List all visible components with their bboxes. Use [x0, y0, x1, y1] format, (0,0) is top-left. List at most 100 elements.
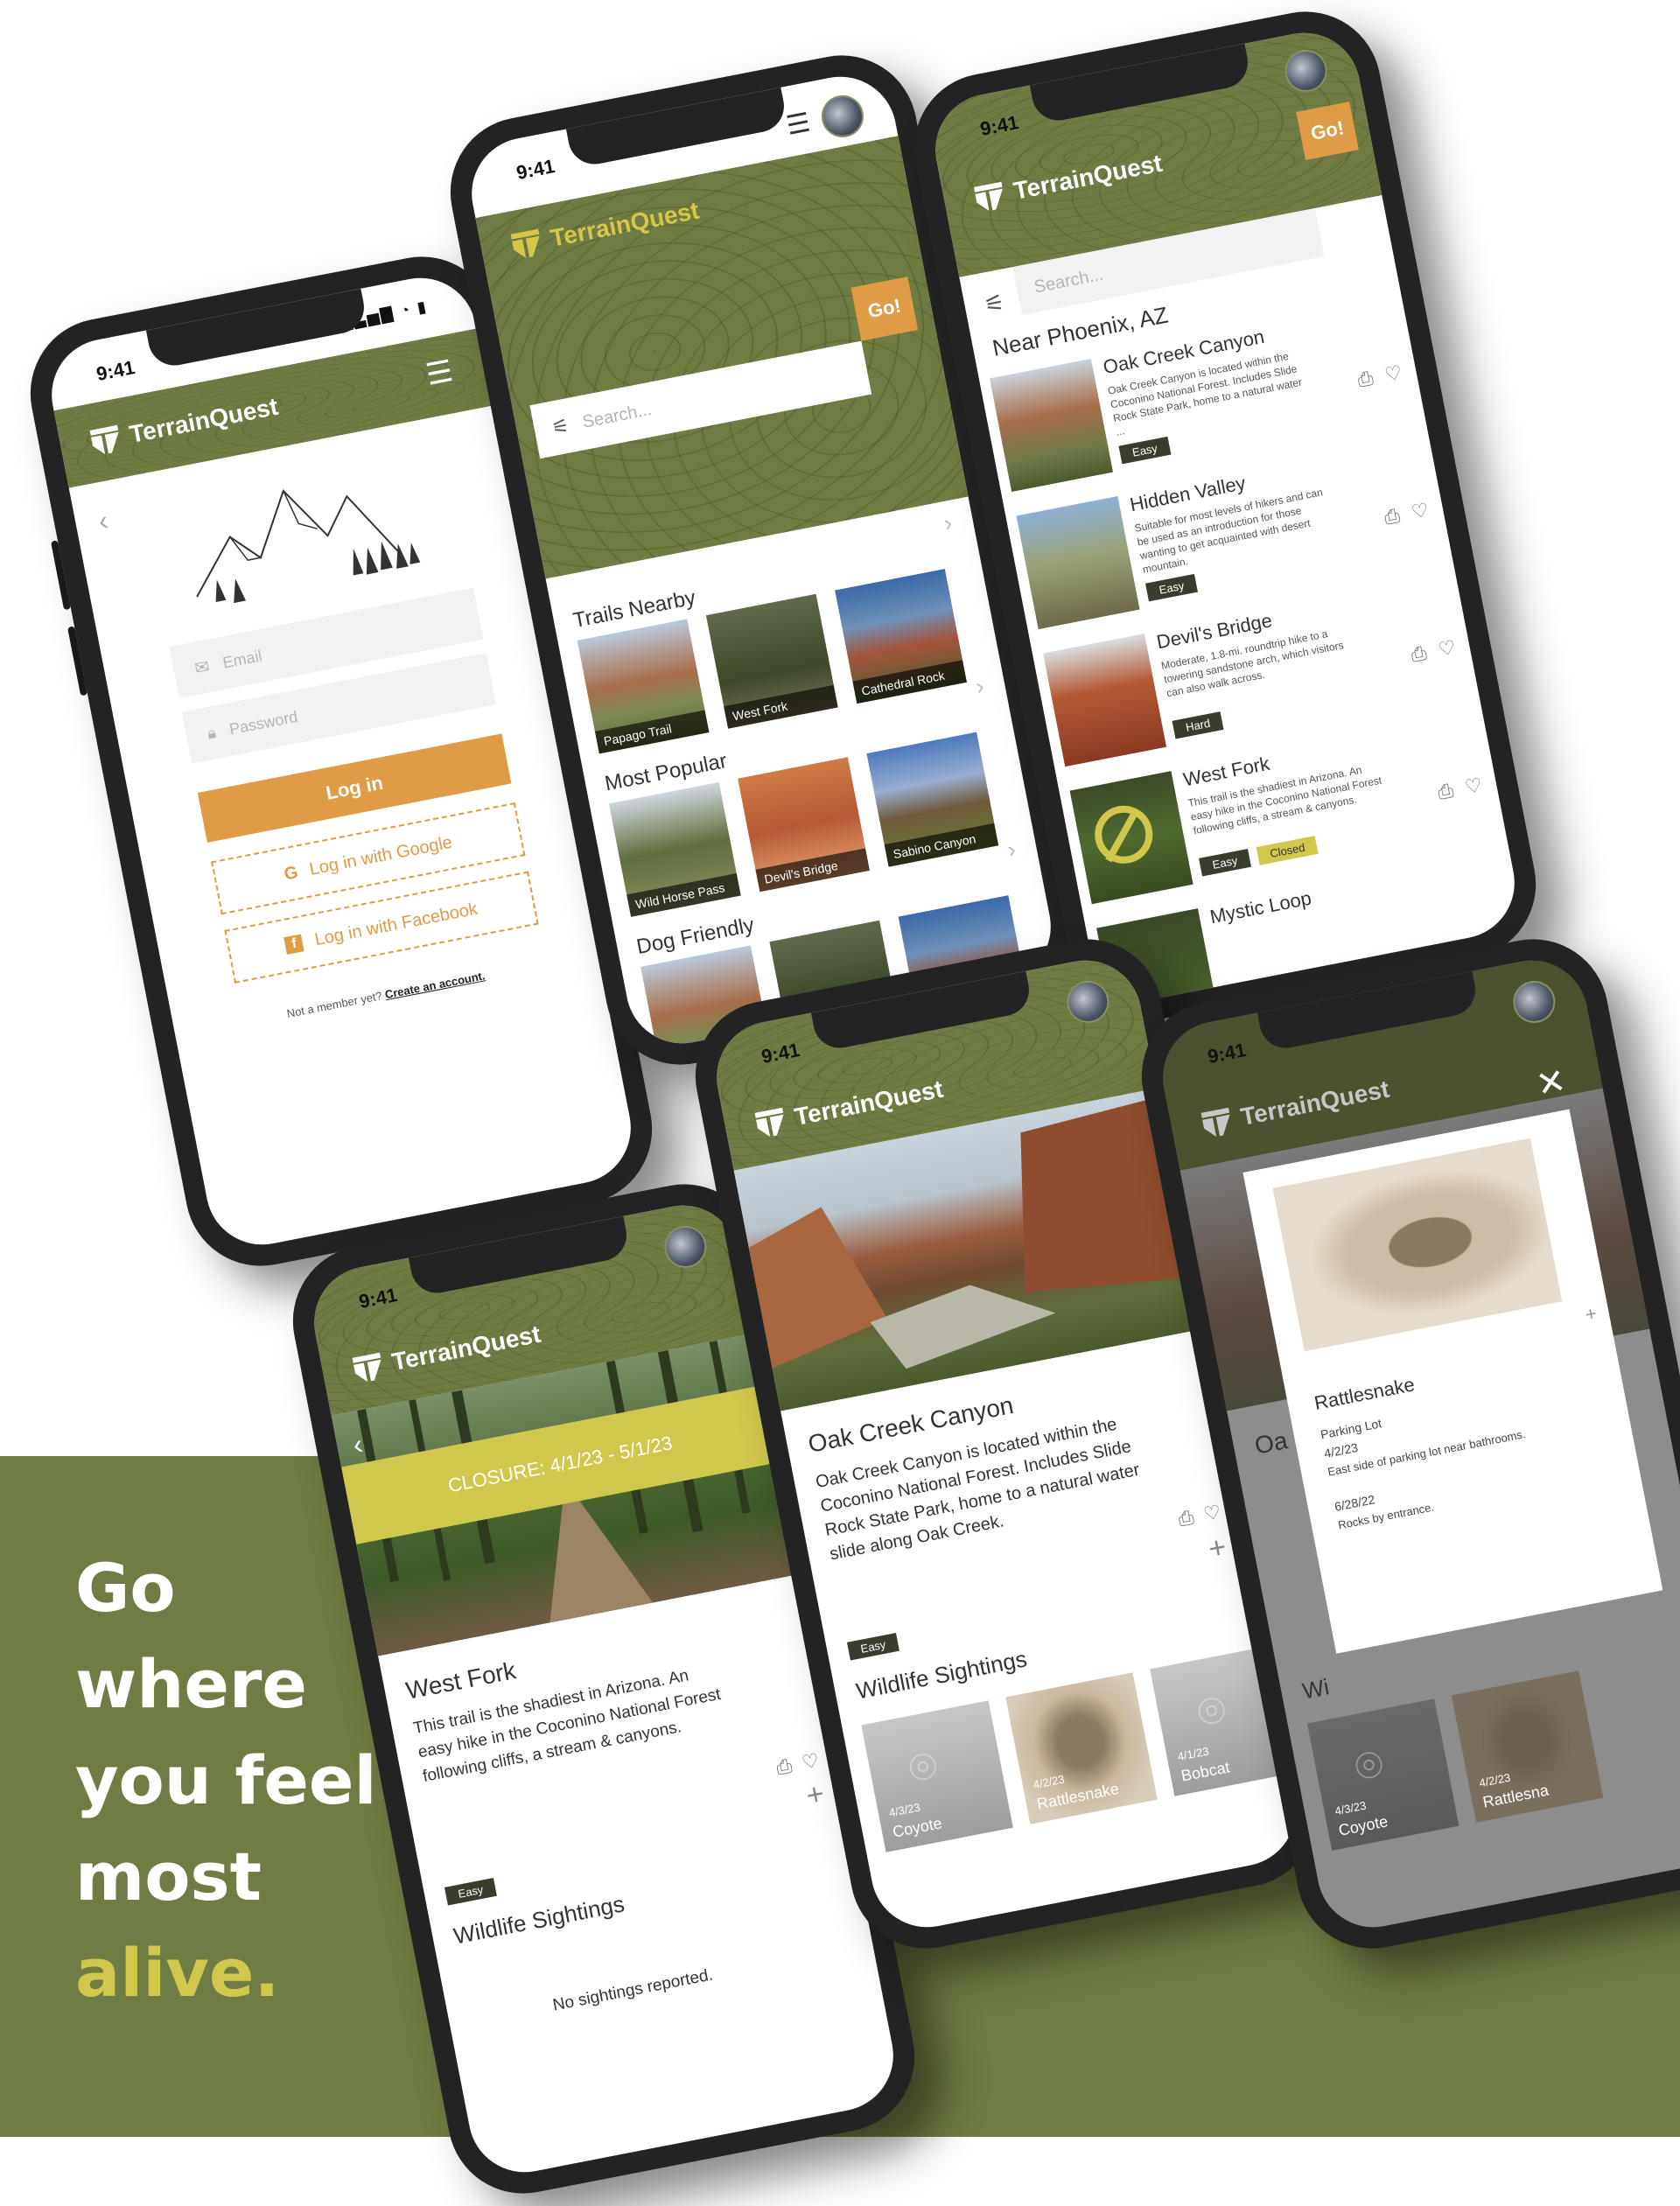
search-input[interactable]: ⚟ Search...: [529, 340, 872, 459]
email-placeholder: Email: [220, 646, 263, 672]
trail-tile[interactable]: Papago Trail: [577, 619, 710, 754]
add-icon[interactable]: +: [803, 1777, 827, 1814]
heart-icon[interactable]: ♡: [1437, 636, 1458, 662]
back-chevron-icon[interactable]: ‹: [95, 504, 111, 537]
sighting-animal: Coyote: [891, 1814, 944, 1841]
trail-thumbnail: [1043, 634, 1167, 767]
trail-actions: ⎙ ♡: [1382, 499, 1431, 529]
heart-icon[interactable]: ♡: [800, 1749, 821, 1775]
create-account-link[interactable]: Create an account.: [384, 969, 486, 1001]
logo-icon: [754, 1107, 784, 1138]
trail-thumbnail: [989, 358, 1114, 493]
status-time: 9:41: [514, 155, 557, 184]
chevron-right-icon[interactable]: ›: [974, 672, 986, 700]
search-placeholder: Search...: [580, 399, 654, 432]
behind-title: Oa: [1252, 1426, 1290, 1460]
filter-icon[interactable]: ⚟: [550, 414, 570, 439]
trail-tile[interactable]: Wild Horse Pass: [608, 781, 741, 917]
brand-name: TerrainQuest: [548, 196, 702, 252]
go-button[interactable]: Go!: [1296, 102, 1359, 160]
difficulty-badge: Easy: [444, 1878, 497, 1906]
status-time: 9:41: [978, 111, 1021, 140]
difficulty-badge: Easy: [1199, 849, 1251, 877]
trail-title: Mystic Loop: [1208, 886, 1313, 928]
chevron-right-icon[interactable]: ›: [942, 509, 954, 537]
logo-icon: [973, 181, 1003, 212]
trail-thumbnail: [1016, 495, 1140, 630]
facebook-icon: f: [284, 934, 305, 955]
trail-tile-label: Sabino Canyon: [884, 823, 999, 867]
behind-wildlife-cards: ⌾ 4/3/23 Coyote 4/2/23 Rattlesna: [1288, 1645, 1680, 1865]
sighting-date: 4/3/23: [1334, 1798, 1368, 1818]
google-login-label: Log in with Google: [307, 832, 454, 879]
trail-tile-label: Cathedral Rock: [852, 660, 967, 704]
add-icon[interactable]: +: [1583, 1302, 1599, 1327]
trail-badges: Hard: [1172, 711, 1224, 739]
heart-icon[interactable]: ♡: [1463, 774, 1484, 799]
trail-tile[interactable]: Cathedral Rock: [835, 569, 967, 704]
signup-prompt-text: Not a member yet?: [285, 989, 383, 1021]
heart-icon[interactable]: ♡: [1201, 1501, 1222, 1526]
trail-title: West Fork: [403, 1656, 519, 1705]
logo-icon: [89, 424, 119, 455]
heart-icon[interactable]: ♡: [1410, 499, 1431, 524]
trail-badges: Easy Closed: [1199, 836, 1319, 877]
chevron-right-icon[interactable]: ›: [1005, 836, 1018, 864]
difficulty-label: Easy: [444, 1878, 497, 1906]
wildlife-card[interactable]: ⌾ 4/3/23 Coyote: [1306, 1698, 1460, 1851]
brand-name: TerrainQuest: [389, 1320, 543, 1376]
brand-logo[interactable]: TerrainQuest: [971, 148, 1165, 215]
status-time: 9:41: [1206, 1039, 1249, 1068]
email-icon: ✉: [192, 656, 212, 679]
brand-logo[interactable]: TerrainQuest: [508, 195, 702, 263]
brand-logo[interactable]: TerrainQuest: [1199, 1074, 1392, 1141]
brand-logo[interactable]: TerrainQuest: [752, 1074, 946, 1141]
sighting-animal: Coyote: [1337, 1812, 1390, 1839]
trail-tile[interactable]: Sabino Canyon: [866, 732, 999, 867]
wildlife-card[interactable]: 4/2/23 Rattlesnake: [1005, 1672, 1158, 1824]
sighting-date: 4/2/23: [1032, 1772, 1066, 1792]
brand-name: TerrainQuest: [127, 392, 281, 448]
password-placeholder: Password: [228, 707, 299, 739]
facebook-login-label: Log in with Facebook: [312, 899, 480, 949]
print-icon[interactable]: ⎙: [1409, 641, 1428, 667]
brand-logo[interactable]: TerrainQuest: [88, 391, 281, 459]
camera-icon: ⌾: [1193, 1683, 1231, 1740]
brand-name: TerrainQuest: [792, 1075, 946, 1131]
sighting-date: 4/3/23: [887, 1800, 921, 1820]
search-placeholder: Search...: [1032, 264, 1105, 298]
logo-icon: [510, 228, 540, 258]
menu-icon[interactable]: ☰: [423, 354, 456, 393]
trail-actions: ⎙ ♡: [1355, 361, 1404, 392]
trail-badges: Easy: [1118, 436, 1172, 465]
difficulty-badge: Easy: [846, 1633, 900, 1661]
go-button[interactable]: Go!: [850, 277, 919, 341]
camera-icon: ⌾: [904, 1739, 942, 1796]
brand-name: TerrainQuest: [1011, 149, 1165, 205]
wildlife-card[interactable]: ⌾ 4/3/23 Coyote: [861, 1700, 1013, 1852]
status-time: 9:41: [760, 1039, 802, 1068]
trail-tile-label: Papago Trail: [594, 710, 710, 754]
brand-logo[interactable]: TerrainQuest: [350, 1319, 543, 1386]
trail-badges: Easy: [1144, 573, 1198, 602]
difficulty-badge: Easy: [1118, 436, 1172, 465]
filter-icon[interactable]: ⚟: [982, 289, 1007, 319]
trail-tile[interactable]: Devil's Bridge: [738, 757, 870, 893]
difficulty-badge: Easy: [1144, 573, 1198, 602]
print-icon[interactable]: ⎙: [1355, 367, 1375, 392]
mountain-illustration: [196, 489, 421, 604]
print-icon[interactable]: ⎙: [1382, 504, 1402, 529]
lock-icon: 🔒︎: [206, 723, 218, 742]
add-icon[interactable]: +: [1206, 1530, 1229, 1567]
sighting-date: 4/1/23: [1176, 1744, 1210, 1764]
wildlife-card[interactable]: 4/2/23 Rattlesna: [1451, 1670, 1604, 1823]
signup-prompt: Not a member yet? Create an account.: [286, 969, 486, 1020]
print-icon[interactable]: ⎙: [774, 1754, 794, 1780]
trail-tile[interactable]: West Fork: [705, 593, 838, 729]
heart-icon[interactable]: ♡: [1382, 361, 1404, 387]
difficulty-label: Easy: [846, 1633, 900, 1661]
print-icon[interactable]: ⎙: [1176, 1506, 1195, 1531]
sighting-date: 4/2/23: [1478, 1770, 1512, 1790]
print-icon[interactable]: ⎙: [1436, 779, 1455, 804]
brand-name: TerrainQuest: [1238, 1075, 1392, 1131]
